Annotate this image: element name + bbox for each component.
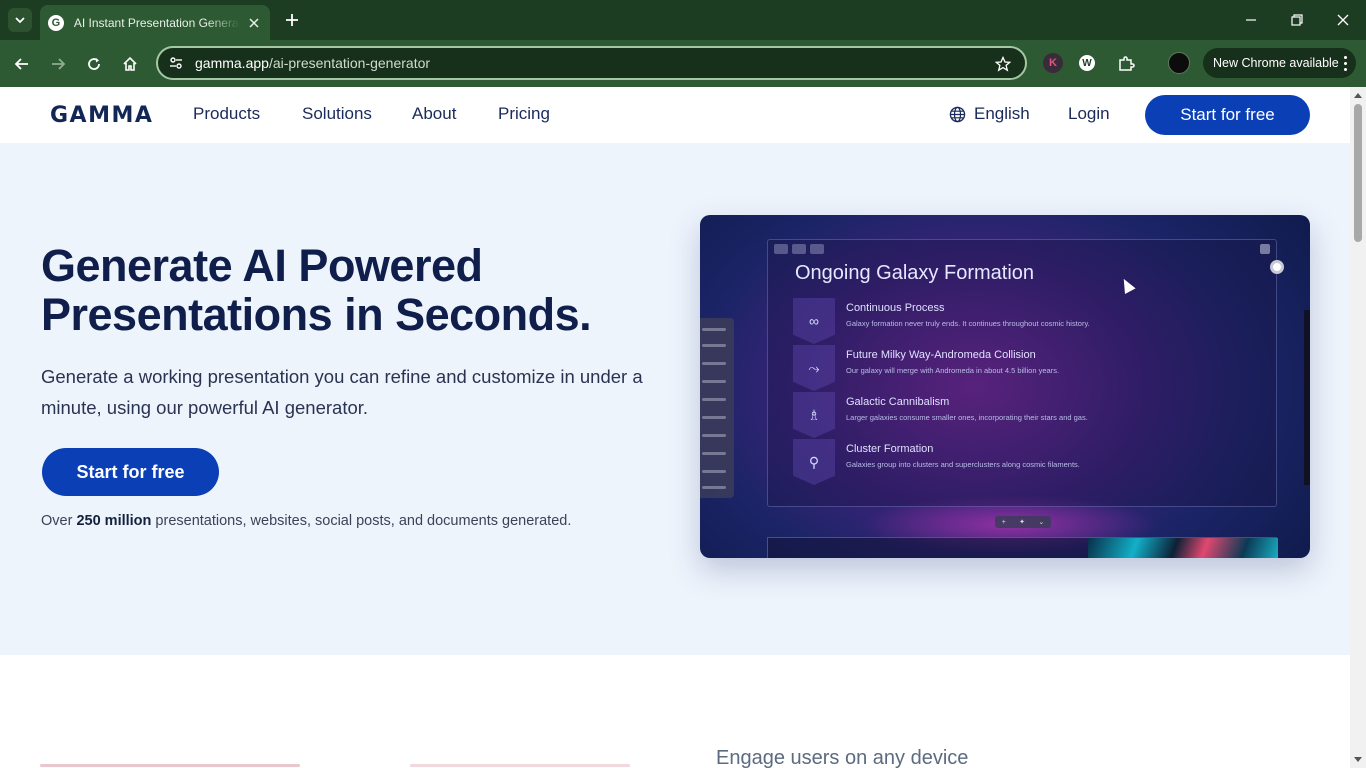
plus-icon [286, 14, 298, 26]
preview-item-title: Continuous Process [846, 302, 945, 314]
preview-item-title: Galactic Cannibalism [846, 396, 950, 408]
puzzle-icon [1119, 56, 1135, 71]
star-icon [995, 56, 1011, 72]
chrome-update-label: New Chrome available [1213, 56, 1339, 70]
extensions-button[interactable] [1114, 52, 1138, 76]
product-preview-image: Ongoing Galaxy Formation ∞ Continuous Pr… [700, 215, 1310, 558]
scroll-up-arrow-icon[interactable] [1354, 93, 1362, 98]
minimize-icon [1246, 19, 1256, 21]
globe-icon [949, 106, 966, 122]
url-text: gamma.app/ai-presentation-generator [195, 55, 430, 71]
close-window-button[interactable] [1328, 8, 1358, 32]
preview-item-title: Cluster Formation [846, 443, 934, 455]
preview-card-toolbar [774, 244, 824, 254]
more-menu-icon[interactable] [1342, 54, 1348, 72]
browser-tab-active[interactable]: G AI Instant Presentation Generator [40, 5, 270, 40]
site-info-button[interactable] [166, 53, 186, 73]
restore-icon [1291, 14, 1303, 26]
browser-toolbar: gamma.app/ai-presentation-generator K W … [0, 40, 1366, 87]
language-selector[interactable]: English [949, 104, 1030, 124]
decorative-divider [410, 764, 630, 767]
arrow-right-icon [52, 58, 66, 70]
hero-subtitle: Generate a working presentation you can … [41, 366, 643, 418]
stats-prefix: Over [41, 513, 77, 529]
preview-side-edge [1304, 310, 1310, 485]
preview-add-controls: + ✦ ⌄ [995, 516, 1051, 528]
stats-highlight: 250 million [76, 513, 152, 529]
trash-icon [1260, 244, 1270, 254]
restore-button[interactable] [1282, 8, 1312, 32]
preview-outline-panel [700, 318, 734, 498]
browser-tab-strip: G AI Instant Presentation Generator [0, 0, 1366, 40]
new-tab-button[interactable] [282, 10, 302, 30]
site-header: GAMMA Products Solutions About Pricing E… [0, 87, 1350, 143]
preview-comment-dot [1270, 260, 1284, 274]
scroll-thumb[interactable] [1354, 104, 1362, 242]
network-icon: ⚲ [793, 439, 835, 485]
tab-close-button[interactable] [246, 15, 262, 31]
preview-slide-card: Ongoing Galaxy Formation ∞ Continuous Pr… [767, 239, 1277, 507]
tune-icon [170, 57, 182, 69]
profile-avatar[interactable] [1168, 52, 1190, 74]
minimize-button[interactable] [1236, 8, 1266, 32]
tab-search-button[interactable] [8, 8, 32, 32]
nav-about[interactable]: About [412, 104, 456, 124]
gamma-logo[interactable]: GAMMA [50, 103, 153, 128]
close-icon [1337, 14, 1349, 26]
preview-item-title: Future Milky Way-Andromeda Collision [846, 349, 1036, 361]
url-host: gamma.app [195, 55, 269, 71]
preview-neon-image [1088, 538, 1278, 558]
extension-k-icon[interactable]: K [1043, 53, 1063, 73]
preview-slide-heading: Ongoing Galaxy Formation [795, 262, 1035, 284]
decorative-divider [40, 764, 300, 767]
chrome-update-button[interactable]: New Chrome available [1203, 48, 1356, 78]
web-page: GAMMA Products Solutions About Pricing E… [0, 87, 1350, 768]
hero-section: Generate AI Powered Presentations in Sec… [0, 143, 1350, 655]
nav-products[interactable]: Products [193, 104, 260, 124]
preview-list-item: ⤳ Future Milky Way-Andromeda Collision O… [793, 345, 1263, 391]
preview-list-item: ⚲ Cluster Formation Galaxies group into … [793, 439, 1263, 485]
url-path: /ai-presentation-generator [268, 55, 431, 71]
home-button[interactable] [118, 52, 142, 76]
start-for-free-hero-button[interactable]: Start for free [42, 448, 219, 496]
infinity-icon: ∞ [793, 298, 835, 344]
login-link[interactable]: Login [1068, 104, 1110, 124]
preview-item-desc: Galaxies group into clusters and supercl… [846, 460, 1080, 469]
reload-button[interactable] [82, 52, 106, 76]
arrow-left-icon [14, 58, 28, 70]
preview-list-item: ♗ Galactic Cannibalism Larger galaxies c… [793, 392, 1263, 438]
extension-w-icon[interactable]: W [1079, 55, 1095, 71]
close-icon [249, 17, 259, 28]
usage-stats: Over 250 million presentations, websites… [41, 513, 571, 529]
preview-list-item: ∞ Continuous Process Galaxy formation ne… [793, 298, 1263, 344]
address-bar[interactable]: gamma.app/ai-presentation-generator [156, 46, 1027, 80]
preview-item-desc: Galaxy formation never truly ends. It co… [846, 319, 1090, 328]
nav-solutions[interactable]: Solutions [302, 104, 372, 124]
hero-title: Generate AI Powered Presentations in Sec… [41, 240, 592, 340]
scroll-down-arrow-icon[interactable] [1354, 757, 1362, 762]
chess-piece-icon: ♗ [793, 392, 835, 438]
preview-next-card [767, 537, 1278, 558]
merge-icon: ⤳ [793, 345, 835, 391]
home-icon [123, 56, 137, 71]
bookmark-button[interactable] [993, 54, 1013, 74]
forward-button[interactable] [46, 52, 70, 76]
reload-icon [88, 58, 100, 70]
preview-item-desc: Larger galaxies consume smaller ones, in… [846, 413, 1088, 422]
section-title: Engage users on any device [716, 747, 969, 768]
chevron-down-icon [15, 17, 25, 24]
preview-item-desc: Our galaxy will merge with Andromeda in … [846, 366, 1060, 375]
gamma-favicon-icon: G [48, 14, 64, 31]
nav-pricing[interactable]: Pricing [498, 104, 550, 124]
language-label: English [974, 104, 1030, 123]
tab-title: AI Instant Presentation Generator [73, 15, 241, 30]
stats-suffix: presentations, websites, social posts, a… [151, 513, 572, 529]
page-scrollbar[interactable] [1350, 87, 1366, 768]
back-button[interactable] [10, 52, 34, 76]
start-for-free-header-button[interactable]: Start for free [1145, 95, 1310, 135]
